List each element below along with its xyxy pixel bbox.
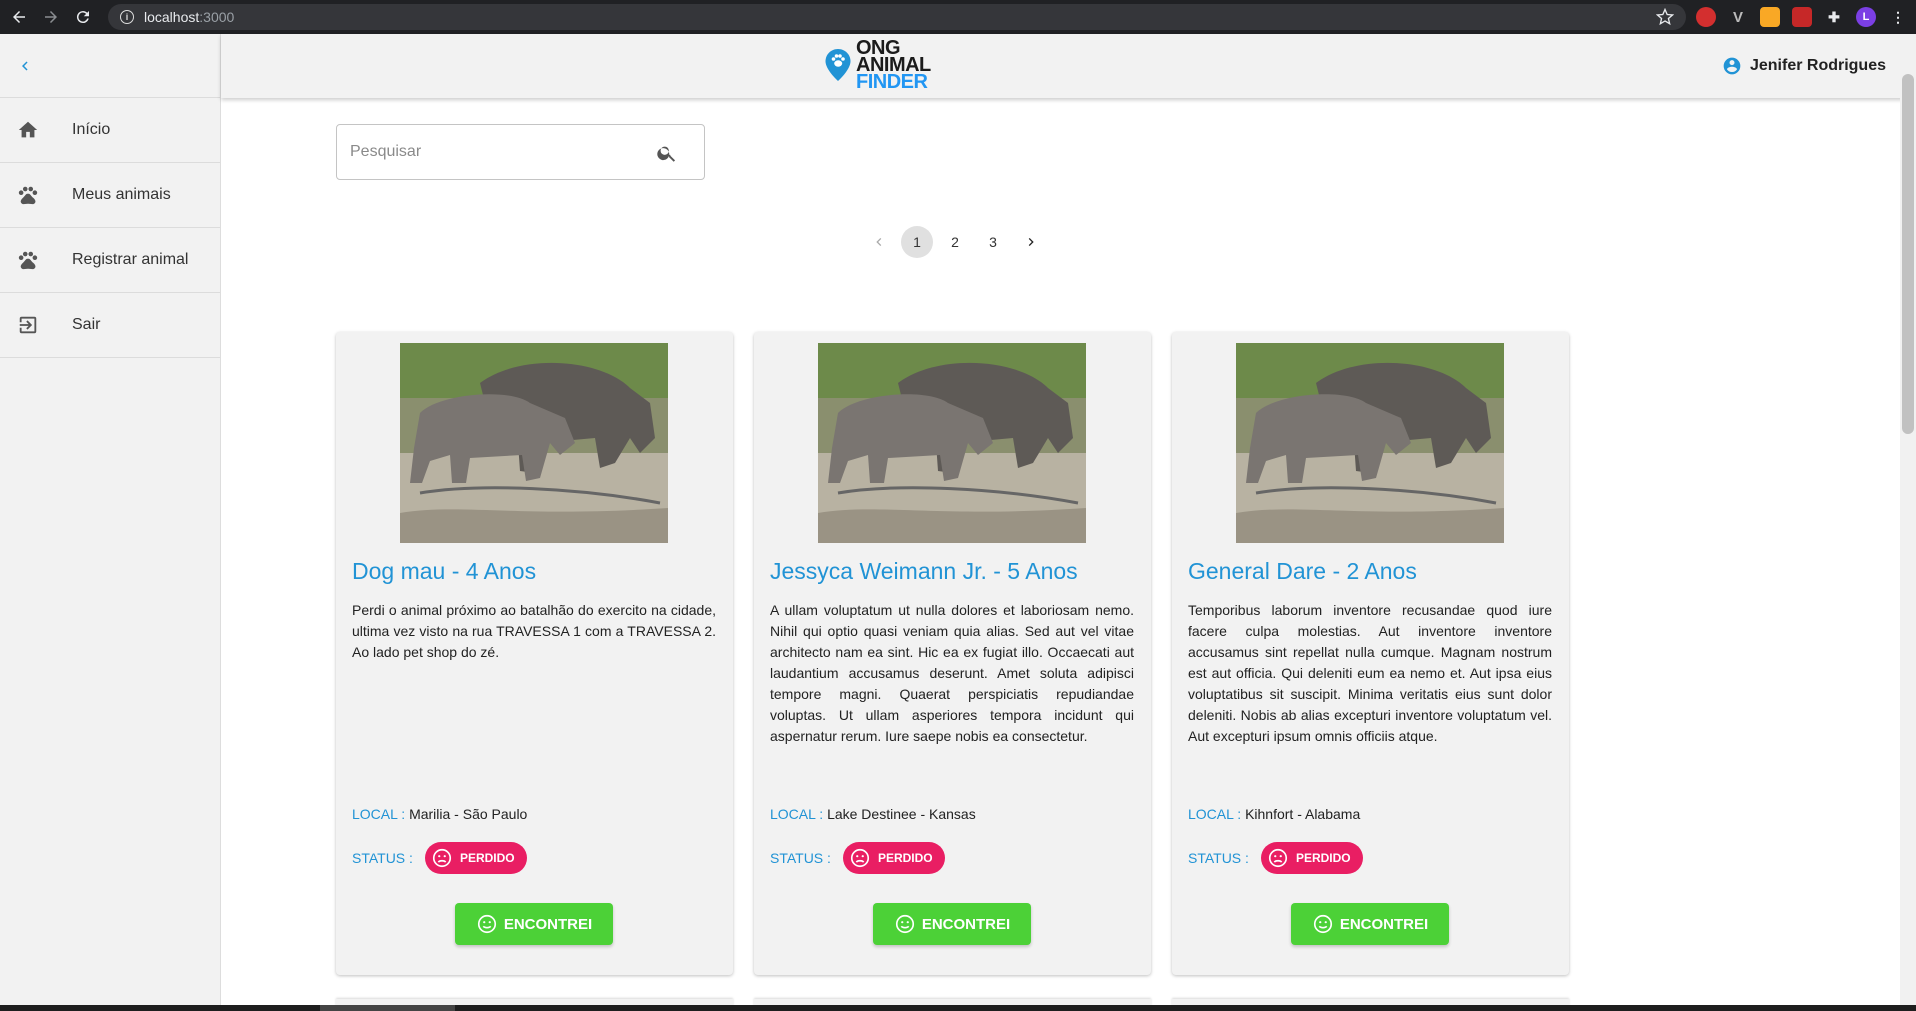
pagination-page-1[interactable]: 1: [901, 226, 933, 258]
status-label: STATUS :: [1188, 850, 1249, 866]
animal-photo[interactable]: [818, 343, 1086, 543]
search-icon[interactable]: [656, 142, 678, 164]
found-button[interactable]: ENCONTREI: [1291, 903, 1449, 945]
happy-face-icon: [1313, 914, 1332, 934]
found-button[interactable]: ENCONTREI: [873, 903, 1031, 945]
animal-description: A ullam voluptatum ut nulla dolores et l…: [770, 602, 1134, 744]
location-value: Kihnfort - Alabama: [1245, 806, 1361, 822]
animal-description: Temporibus laborum inventore recusandae …: [1188, 602, 1552, 744]
extension-v-icon[interactable]: V: [1728, 7, 1748, 27]
sad-face-icon: [432, 848, 452, 868]
account-circle-icon: [1723, 57, 1741, 75]
sidebar-item-registrar-animal[interactable]: Registrar animal: [0, 228, 220, 293]
animal-status: STATUS : PERDIDO: [352, 842, 527, 874]
sad-face-icon: [1268, 848, 1288, 868]
browser-toolbar: i localhost:3000 V ✚ L ⋮: [0, 0, 1916, 34]
url-text: localhost:3000: [144, 9, 235, 25]
user-name: Jenifer Rodrigues: [1749, 57, 1886, 74]
status-badge-text: PERDIDO: [459, 851, 515, 865]
chevron-right-icon: [1028, 238, 1034, 246]
search-box[interactable]: [336, 124, 705, 180]
animal-card: General Dare - 2 Anos Temporibus laborum…: [1172, 332, 1569, 975]
logo-text-finder: FINDER: [856, 70, 928, 93]
address-bar[interactable]: i localhost:3000: [108, 4, 1686, 30]
animal-title: General Dare - 2 Anos: [1188, 558, 1417, 584]
sad-face-icon: [850, 848, 870, 868]
animal-location: LOCAL : Kihnfort - Alabama: [1188, 806, 1360, 822]
animal-location: LOCAL : Marilia - São Paulo: [352, 806, 527, 822]
status-badge: PERDIDO: [1260, 842, 1363, 874]
logout-icon: [16, 313, 40, 337]
sidebar-item-label: Sair: [72, 316, 101, 333]
happy-face-icon: [895, 914, 914, 934]
sidebar-collapse-button[interactable]: [0, 34, 220, 98]
sidebar-item-meus-animais[interactable]: Meus animais: [0, 163, 220, 228]
browser-menu-icon[interactable]: ⋮: [1888, 7, 1908, 27]
sidebar: Início Meus animais Registrar animal Sai…: [0, 34, 221, 1005]
chevron-left-icon: [22, 61, 28, 70]
sidebar-item-sair[interactable]: Sair: [0, 293, 220, 358]
logo[interactable]: ONG ANIMAL FINDER: [824, 38, 931, 93]
pagination-prev-button[interactable]: [863, 226, 895, 258]
location-pin-icon: [825, 49, 851, 81]
animal-photo[interactable]: [1236, 343, 1504, 543]
status-label: STATUS :: [352, 850, 413, 866]
home-icon: [16, 118, 40, 142]
found-button-label: ENCONTREI: [1339, 915, 1429, 933]
sidebar-item-label: Meus animais: [72, 186, 171, 203]
location-label: LOCAL :: [352, 806, 406, 822]
animal-card: Jessyca Weimann Jr. - 5 Anos A ullam vol…: [754, 332, 1151, 975]
location-value: Lake Destinee - Kansas: [827, 806, 976, 822]
status-badge-text: PERDIDO: [1295, 851, 1351, 865]
paw-icon: [16, 248, 40, 272]
pagination: 1 2 3: [860, 226, 1050, 258]
sidebar-item-label: Registrar animal: [72, 251, 189, 268]
found-button-label: ENCONTREI: [503, 915, 593, 933]
animal-title: Jessyca Weimann Jr. - 5 Anos: [770, 558, 1078, 584]
horizontal-scrollbar-thumb[interactable]: [320, 1005, 455, 1011]
extensions-puzzle-icon[interactable]: ✚: [1824, 7, 1844, 27]
animal-title: Dog mau - 4 Anos: [352, 558, 537, 584]
status-badge: PERDIDO: [424, 842, 527, 874]
extension-adblock-icon[interactable]: [1696, 7, 1716, 27]
app-header: ONG ANIMAL FINDER Jenifer Rodrigues: [221, 34, 1916, 98]
animal-photo[interactable]: [400, 343, 668, 543]
location-label: LOCAL :: [770, 806, 824, 822]
search-input[interactable]: [350, 143, 650, 161]
status-badge-text: PERDIDO: [877, 851, 933, 865]
pagination-next-button[interactable]: [1015, 226, 1047, 258]
animal-location: LOCAL : Lake Destinee - Kansas: [770, 806, 976, 822]
found-button-label: ENCONTREI: [921, 915, 1011, 933]
location-value: Marilia - São Paulo: [409, 806, 528, 822]
page-scrollbar[interactable]: [1900, 34, 1916, 1005]
sidebar-item-label: Início: [72, 121, 111, 138]
scrollbar-thumb[interactable]: [1902, 74, 1914, 434]
bookmark-star-icon[interactable]: [1656, 8, 1674, 26]
back-arrow-icon[interactable]: [6, 4, 32, 30]
profile-avatar-icon[interactable]: L: [1856, 7, 1876, 27]
reload-icon[interactable]: [70, 4, 96, 30]
animal-card: Dog mau - 4 Anos Perdi o animal próximo …: [336, 332, 733, 975]
info-icon[interactable]: i: [120, 10, 134, 24]
chevron-left-icon: [876, 238, 882, 246]
status-badge: PERDIDO: [842, 842, 945, 874]
user-menu[interactable]: Jenifer Rodrigues: [1722, 56, 1886, 76]
pagination-page-2[interactable]: 2: [939, 226, 971, 258]
happy-face-icon: [477, 914, 496, 934]
os-taskbar: [0, 1005, 1916, 1011]
location-label: LOCAL :: [1188, 806, 1242, 822]
extension-notes-icon[interactable]: [1760, 7, 1780, 27]
forward-arrow-icon[interactable]: [38, 4, 64, 30]
sidebar-item-inicio[interactable]: Início: [0, 98, 220, 163]
status-label: STATUS :: [770, 850, 831, 866]
animal-description: Perdi o animal próximo ao batalhão do ex…: [352, 602, 716, 660]
extension-red-icon[interactable]: [1792, 7, 1812, 27]
paw-icon: [16, 183, 40, 207]
animal-status: STATUS : PERDIDO: [1188, 842, 1363, 874]
found-button[interactable]: ENCONTREI: [455, 903, 613, 945]
pagination-page-3[interactable]: 3: [977, 226, 1009, 258]
animal-status: STATUS : PERDIDO: [770, 842, 945, 874]
